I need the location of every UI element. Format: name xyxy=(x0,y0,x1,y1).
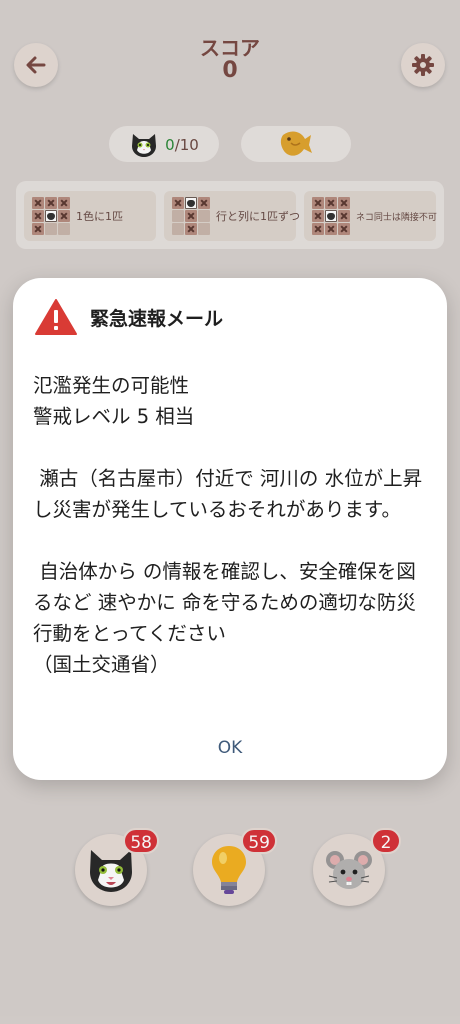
alert-message: 氾濫発生の可能性 警戒レベル 5 相当 瀬古（名古屋市）付近で 河川の 水位が上… xyxy=(33,370,431,680)
alert-paragraph: 瀬古（名古屋市）付近で 河川の 水位が上昇し災害が発生しているおそれがあります。 xyxy=(33,467,423,521)
ok-button[interactable]: OK xyxy=(208,733,252,763)
emergency-alert-dialog: 緊急速報メール 氾濫発生の可能性 警戒レベル 5 相当 瀬古（名古屋市）付近で … xyxy=(13,278,447,780)
alert-paragraph: 氾濫発生の可能性 警戒レベル 5 相当 xyxy=(33,374,195,428)
alert-header: 緊急速報メール xyxy=(34,298,223,336)
alert-paragraph: 自治体から の情報を確認し、安全確保を図るなど 速やかに 命を守るための適切な防… xyxy=(33,560,416,676)
warning-icon xyxy=(35,299,77,335)
alert-title: 緊急速報メール xyxy=(90,307,224,330)
